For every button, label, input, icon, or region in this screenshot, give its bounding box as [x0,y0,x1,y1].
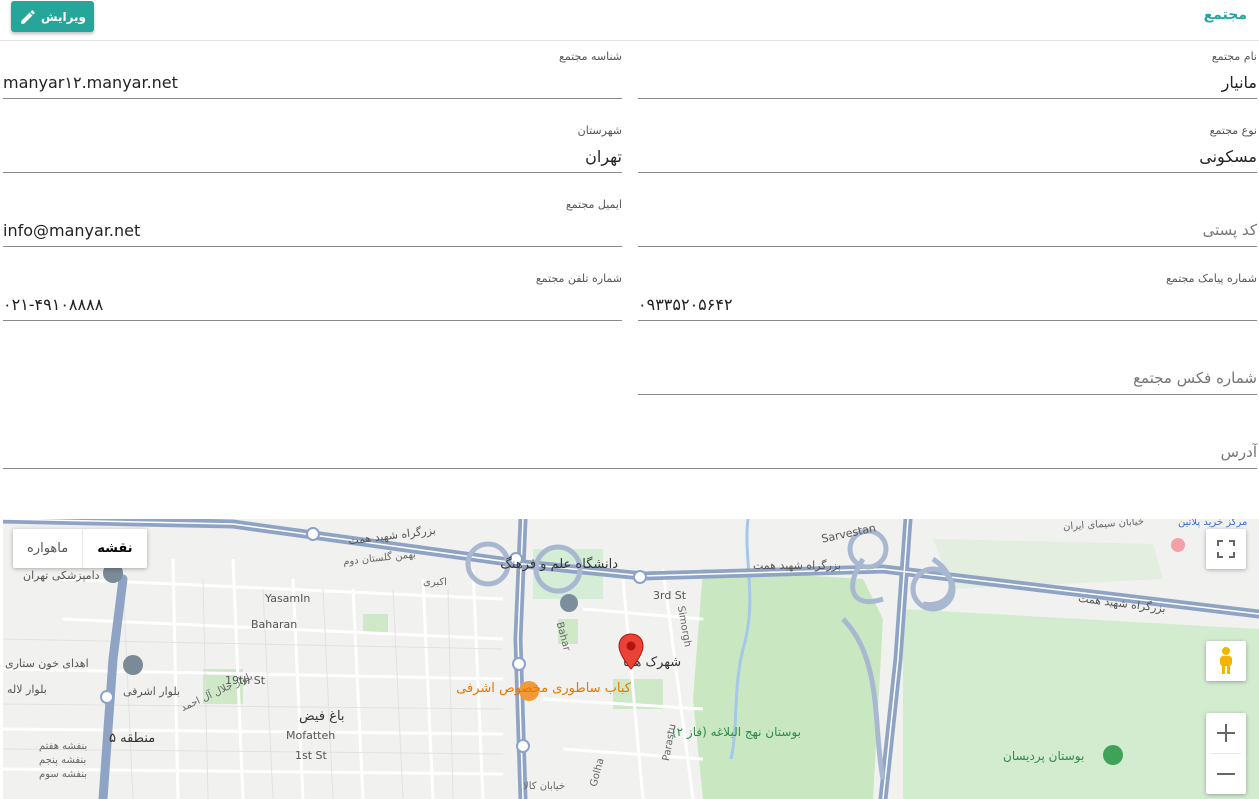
address-field[interactable]: آدرس [3,420,1257,469]
map-type-satellite[interactable]: ماهواره [13,529,82,568]
fullscreen-icon [1217,540,1235,558]
complex-id-field[interactable]: شناسه مجتمع manyar۱۲.manyar.net [3,50,622,99]
city-label: شهرستان [577,124,622,137]
pegman-icon [1220,647,1232,674]
phone-value: ۰۲۱-۴۹۱۰۸۸۸۸ [3,295,104,314]
edit-button-label: ویرایش [41,9,87,24]
email-label: ایمیل مجتمع [565,198,622,211]
map-label-blood-donation: اهدای خون ستاری [5,657,89,670]
email-field[interactable]: ایمیل مجتمع info@manyar.net [3,198,622,247]
edit-button[interactable]: ویرایش [11,1,94,32]
complex-name-field[interactable]: نام مجتمع مانیار [638,50,1257,99]
location-pin-icon[interactable] [617,633,645,671]
map-label-yasamin: YasamIn [265,592,311,605]
zoom-out-button[interactable] [1206,754,1246,794]
address-placeholder: آدرس [1220,443,1257,461]
map-label-kebab-restaurant: کباب ساطوری مخصوص اشرفی [456,681,631,696]
map-label-pardisan-park: بوستان پردیسان [1003,749,1085,763]
pencil-icon [21,9,35,24]
map-label-university: دانشگاه علم و فرهنگ [500,557,618,572]
map-label-bolvar-ashrafi: بلوار اشرفی [123,685,181,698]
map-label-mofatteh: Mofatteh [286,729,336,742]
plus-icon [1217,724,1235,742]
map-type-map[interactable]: نقشه [83,529,146,568]
map-label-district-5: منطقه ۵ [109,731,156,746]
complex-id-value: manyar۱۲.manyar.net [3,73,178,92]
complex-id-label: شناسه مجتمع [558,50,622,63]
map-label-baharan: Baharan [251,618,298,631]
postal-code-placeholder: کد پستی [1202,221,1257,239]
map-label-akbari: اکبری [423,577,447,588]
map-label-1st-st: 1st St [295,749,327,762]
map-label-third-st: 3rd St [653,589,687,602]
zoom-in-button[interactable] [1206,713,1246,753]
map-label-banafsheh-5: بنفشه پنجم [39,755,87,766]
complex-type-field[interactable]: نوع مجتمع مسکونی [638,124,1257,173]
complex-type-value: مسکونی [1199,147,1257,166]
map-label-nahj-park: بوستان نهج البلاغه (فاز ۲) [671,725,801,739]
sms-number-label: شماره پیامک مجتمع [1166,272,1257,285]
minus-icon [1217,773,1235,775]
phone-label: شماره تلفن مجتمع [535,272,622,285]
complex-type-label: نوع مجتمع [1209,124,1257,137]
map-type-control: ماهواره نقشه [13,529,147,568]
complex-name-value: مانیار [1221,73,1257,92]
map-label-vet-school: دامپزشکی تهران [23,569,100,582]
sms-number-field[interactable]: شماره پیامک مجتمع ۰۹۳۳۵۲۰۵۶۴۲ [638,272,1257,321]
city-value: تهران [585,147,622,166]
map-label-banafsheh-3: بنفشه سوم [39,769,88,780]
map[interactable]: بزرگراه شهید همت بزرگراه شهید همت بزرگرا… [3,519,1259,799]
city-field[interactable]: شهرستان تهران [3,124,622,173]
map-label-mall: مرکز خرید پلاتین [1178,519,1248,528]
map-label-bagh-feyz: باغ فیض [299,709,345,724]
section-title: مجتمع [1203,7,1247,23]
fax-field[interactable]: شماره فکس مجتمع [638,346,1257,395]
map-label-highway-2: بزرگراه شهید همت [753,559,841,572]
map-label-banafsheh-7: بنفشه هفتم [39,741,88,752]
map-label-kalah: خیابان کالا [523,781,566,792]
complex-name-label: نام مجتمع [1211,50,1257,63]
postal-code-field[interactable]: کد پستی [638,198,1257,247]
fullscreen-button[interactable] [1206,529,1246,569]
phone-field[interactable]: شماره تلفن مجتمع ۰۲۱-۴۹۱۰۸۸۸۸ [3,272,622,321]
email-value: info@manyar.net [3,221,141,240]
section-header: مجتمع ویرایش [0,0,1259,41]
street-view-button[interactable] [1206,641,1246,681]
fax-placeholder: شماره فکس مجتمع [1133,369,1257,387]
sms-number-value: ۰۹۳۳۵۲۰۵۶۴۲ [638,295,733,314]
map-label-bolvar-laleh: بلوار لاله [7,683,47,696]
zoom-control [1206,713,1246,794]
